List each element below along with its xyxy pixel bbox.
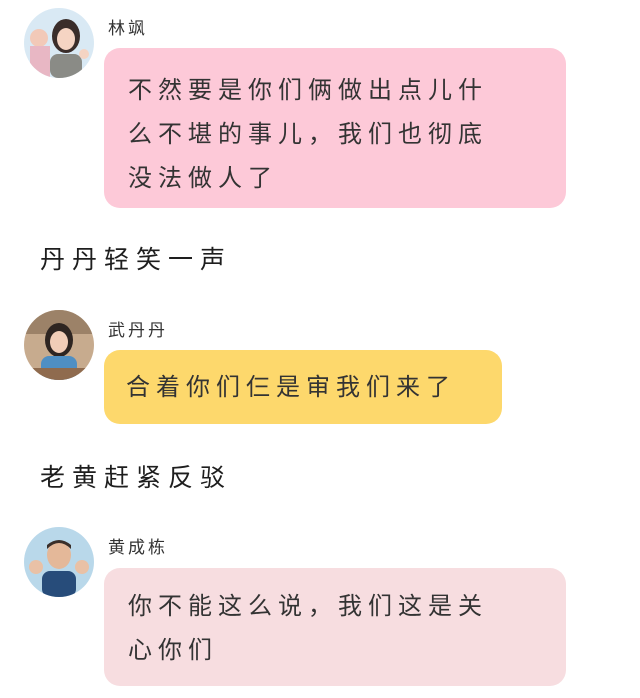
sender-name: 黄成栋: [108, 538, 168, 558]
message-text-line: 么不堪的事儿，我们也彻底: [128, 120, 488, 148]
narration-text: 老黄赶紧反驳: [40, 463, 233, 492]
message-bubble: 你不能这么说，我们这是关 心你们: [104, 568, 566, 686]
message-bubble: 合着你们仨是审我们来了: [104, 350, 502, 424]
message-text-line: 你不能这么说，我们这是关: [128, 592, 488, 620]
avatar[interactable]: [24, 8, 94, 78]
message-bubble: 不然要是你们俩做出点儿什 么不堪的事儿，我们也彻底 没法做人了: [104, 48, 566, 208]
avatar[interactable]: [24, 310, 94, 380]
narration-text: 丹丹轻笑一声: [40, 245, 233, 274]
message-text-line: 没法做人了: [128, 164, 278, 192]
avatar[interactable]: [24, 527, 94, 597]
message-text-line: 不然要是你们俩做出点儿什: [128, 76, 488, 104]
sender-name: 武丹丹: [108, 321, 168, 341]
message-text-line: 心你们: [128, 636, 218, 664]
message-text-line: 合着你们仨是审我们来了: [126, 373, 456, 401]
sender-name: 林飒: [108, 19, 148, 39]
